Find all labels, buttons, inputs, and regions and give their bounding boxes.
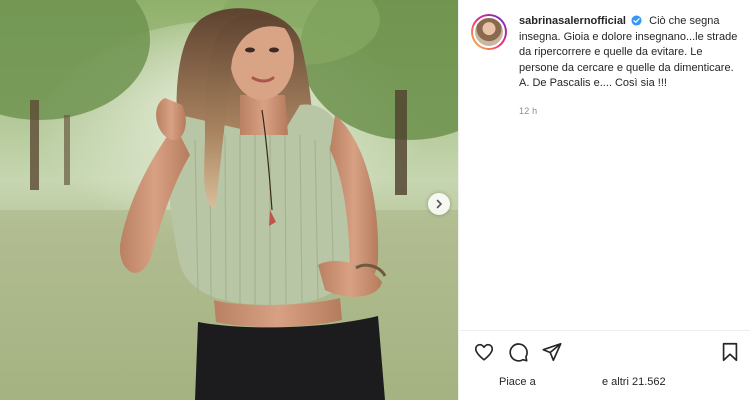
likes-prefix: Piace a [499,376,536,388]
save-button[interactable] [719,341,741,363]
paper-plane-icon [542,342,562,362]
actions-area: Piace a e altri 21.562 [459,330,750,400]
likes-count-link[interactable]: e altri 21.562 [602,376,666,388]
next-photo-button[interactable] [428,193,450,215]
caption-text-block: sabrinasalernofficial Ciò che segna inse… [519,14,745,92]
comment-button[interactable] [507,341,529,363]
caption-block: sabrinasalernofficial Ciò che segna inse… [471,14,747,116]
post-timestamp[interactable]: 12 h [519,106,745,116]
like-button[interactable] [473,341,495,363]
photo-scene [0,0,458,400]
chevron-right-icon [436,199,443,209]
verified-badge-icon [631,15,642,26]
post-sidebar: sabrinasalernofficial Ciò che segna inse… [458,0,750,400]
post-photo[interactable] [0,0,458,400]
comment-icon [509,343,528,362]
instagram-post: sabrinasalernofficial Ciò che segna inse… [0,0,750,400]
share-button[interactable] [541,341,563,363]
action-bar [473,341,563,363]
caption-body: sabrinasalernofficial Ciò che segna inse… [519,14,745,116]
heart-icon [474,343,494,361]
avatar[interactable] [471,14,507,50]
avatar-image [473,16,505,48]
username-link[interactable]: sabrinasalernofficial [519,15,626,27]
bookmark-icon [722,342,738,362]
